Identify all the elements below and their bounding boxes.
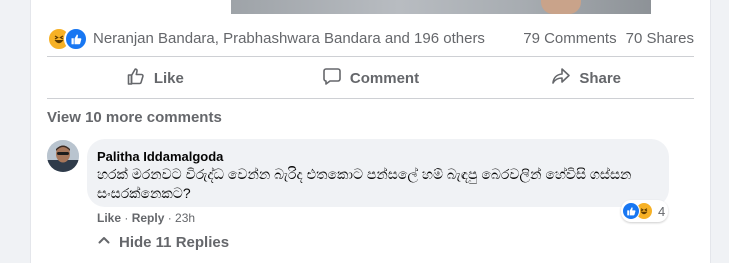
like-label: Like: [153, 69, 184, 87]
comments-count[interactable]: 79 Comments: [523, 30, 616, 47]
meta-separator: ·: [164, 211, 176, 225]
shares-count[interactable]: 70 Shares: [626, 30, 694, 47]
comment-reaction-count: 4: [658, 203, 666, 219]
reaction-names[interactable]: Neranjan Bandara, Prabhashwara Bandara a…: [93, 30, 485, 47]
post-image[interactable]: [231, 0, 651, 14]
view-more-comments-link[interactable]: View 10 more comments: [47, 109, 222, 126]
share-arrow-icon: [551, 66, 571, 90]
chevron-up-icon: [97, 233, 111, 251]
comment-text: හරක් මරනවට විරුද්ධ වෙන්න බැරිද එතකොට පන්…: [97, 166, 632, 201]
comment-bubble-icon: [322, 66, 342, 90]
comment-reactions[interactable]: 4: [621, 200, 669, 222]
comment-author[interactable]: Palitha Iddamalgoda: [97, 149, 223, 164]
comment-timestamp[interactable]: 23h: [175, 211, 195, 225]
share-label: Share: [579, 69, 622, 87]
comment-button[interactable]: Comment: [263, 58, 479, 98]
comment-bubble: Palitha Iddamalgoda හරක් මරනවට විරුද්ධ ව…: [87, 139, 669, 207]
hide-replies-button[interactable]: Hide 11 Replies: [97, 233, 229, 251]
divider: [47, 98, 694, 99]
hide-replies-label: Hide 11 Replies: [119, 233, 230, 251]
reaction-summary-bar: Neranjan Bandara, Prabhashwara Bandara a…: [47, 22, 694, 54]
reaction-icons[interactable]: [47, 27, 89, 51]
meta-separator: ·: [121, 211, 132, 225]
post-actions-bar: Like Comment Share: [47, 58, 694, 98]
thumbs-up-icon: [126, 66, 146, 90]
share-button[interactable]: Share: [478, 58, 694, 98]
post-card: Neranjan Bandara, Prabhashwara Bandara a…: [30, 0, 711, 263]
comment-label: Comment: [349, 69, 420, 87]
comment-like-link[interactable]: Like: [97, 211, 121, 225]
comment-meta: Like · Reply · 23h: [97, 211, 195, 225]
like-button[interactable]: Like: [47, 58, 263, 98]
avatar[interactable]: [47, 140, 79, 172]
like-icon: [64, 27, 88, 51]
comment-reply-link[interactable]: Reply: [132, 211, 165, 225]
like-icon: [622, 202, 640, 220]
divider: [47, 56, 694, 57]
